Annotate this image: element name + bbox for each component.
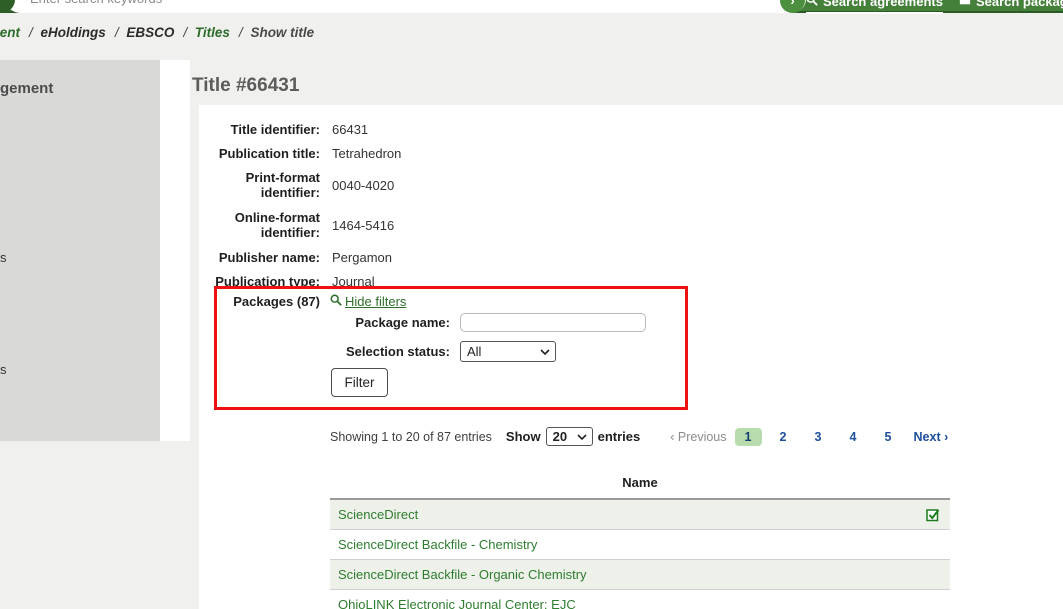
topbar: › Search agreements Search packag (0, 0, 1063, 13)
detail-value: 1464-5416 (332, 218, 394, 233)
global-search-pill (6, 0, 806, 13)
package-link-ohiolink-ejc[interactable]: OhioLINK Electronic Journal Center: EJC (338, 597, 576, 609)
sidebar: gement s s (0, 60, 190, 441)
breadcrumb-item-ebsco[interactable]: EBSCO (126, 25, 174, 40)
breadcrumb-item-titles[interactable]: Titles (195, 25, 230, 40)
page-link-5[interactable]: 5 (875, 428, 902, 446)
breadcrumb: gement / eHoldings / EBSCO / Titles / Show t… (0, 25, 318, 40)
packages-table: Name ScienceDirect ScienceDirect Backfil… (330, 469, 950, 609)
search-packages-label: Search packag (976, 0, 1063, 9)
page-link-2[interactable]: 2 (770, 428, 797, 446)
detail-value: 66431 (332, 122, 368, 137)
table-row: ScienceDirect (330, 500, 950, 530)
detail-row-publisher-name: Publisher name: Pergamon (199, 245, 1063, 269)
packages-count-label: Packages (87) (217, 294, 320, 309)
page-link-3[interactable]: 3 (805, 428, 832, 446)
breadcrumb-separator: / (183, 25, 187, 40)
detail-value: Pergamon (332, 250, 392, 265)
entries-label: entries (598, 429, 641, 444)
search-packages-link[interactable]: Search packag (959, 0, 1063, 12)
sidebar-panel: gement s s (0, 60, 160, 441)
table-row: OhioLINK Electronic Journal Center: EJC (330, 590, 950, 609)
table-row: ScienceDirect Backfile - Chemistry (330, 530, 950, 560)
app-window: › Search agreements Search packag gement… (0, 0, 1063, 609)
search-agreements-link[interactable]: Search agreements (806, 0, 943, 14)
hide-filters-label: Hide filters (345, 294, 406, 309)
search-icon (806, 0, 818, 9)
selected-checkbox-icon (926, 508, 940, 522)
breadcrumb-separator: / (239, 25, 243, 40)
title-record-panel: Title identifier: 66431 Publication titl… (199, 105, 1063, 609)
selection-status-select[interactable]: All (461, 342, 555, 361)
show-label: Show (506, 429, 541, 444)
package-icon (959, 0, 971, 9)
table-header-name: Name (330, 469, 950, 498)
breadcrumb-separator: / (29, 25, 33, 40)
packages-filter-highlight-box: Packages (87) Hide filters Package name:… (214, 286, 688, 410)
selection-status-label: Selection status: (217, 344, 450, 359)
breadcrumb-item-management[interactable]: gement (0, 25, 20, 40)
detail-row-publication-title: Publication title: Tetrahedron (199, 141, 1063, 165)
packages-count-row: Packages (87) Hide filters (217, 294, 685, 309)
breadcrumb-item-show-title: Show title (250, 25, 314, 40)
sidebar-item-2[interactable]: s (0, 362, 7, 377)
title-details: Title identifier: 66431 Publication titl… (199, 105, 1063, 293)
topbar-links: Search agreements Search packag (806, 0, 1063, 14)
detail-label: Publisher name: (199, 250, 320, 265)
sidebar-item-1[interactable]: s (0, 250, 7, 265)
detail-label: Publication title: (199, 146, 320, 161)
previous-page-link[interactable]: ‹ Previous (670, 430, 726, 444)
breadcrumb-item-eholdings[interactable]: eHoldings (41, 25, 106, 40)
selection-status-filter-row: Selection status: All (217, 341, 685, 362)
page-size-select[interactable]: 20 (547, 428, 592, 445)
page-link-4[interactable]: 4 (840, 428, 867, 446)
global-search-input[interactable] (30, 0, 770, 11)
detail-row-online-format: Online-format identifier: 1464-5416 (199, 205, 1063, 245)
page-title: Title #66431 (192, 75, 299, 97)
table-row: ScienceDirect Backfile - Organic Chemist… (330, 560, 950, 590)
package-name-label: Package name: (217, 315, 450, 330)
package-name-input[interactable] (460, 313, 646, 332)
detail-row-title-identifier: Title identifier: 66431 (199, 117, 1063, 141)
selection-status-select-wrap: All (460, 341, 556, 362)
detail-label: Online-format identifier: (199, 210, 320, 240)
package-link-sd-backfile-chemistry[interactable]: ScienceDirect Backfile - Chemistry (338, 537, 537, 552)
detail-row-print-format: Print-format identifier: 0040-4020 (199, 165, 1063, 205)
page-size-select-wrap: 20 (546, 427, 593, 446)
table-body: ScienceDirect ScienceDirect Backfile - C… (330, 498, 950, 609)
detail-label: Print-format identifier: (199, 170, 320, 200)
package-name-filter-row: Package name: (217, 313, 685, 332)
detail-value: Tetrahedron (332, 146, 401, 161)
page-link-1[interactable]: 1 (735, 428, 762, 446)
filter-button[interactable]: Filter (331, 368, 388, 397)
hide-filters-link[interactable]: Hide filters (330, 294, 406, 309)
next-page-link[interactable]: Next › (914, 430, 949, 444)
search-agreements-label: Search agreements (823, 0, 943, 9)
pagination-summary: Showing 1 to 20 of 87 entries (330, 430, 492, 444)
detail-label: Title identifier: (199, 122, 320, 137)
detail-value: 0040-4020 (332, 178, 394, 193)
sidebar-heading: gement (0, 80, 53, 97)
pagination-bar: Showing 1 to 20 of 87 entries Show 20 en… (330, 427, 948, 446)
filter-search-icon (330, 294, 342, 309)
package-link-sd-backfile-organic-chemistry[interactable]: ScienceDirect Backfile - Organic Chemist… (338, 567, 587, 582)
breadcrumb-separator: / (115, 25, 119, 40)
package-link-sciencedirect[interactable]: ScienceDirect (338, 507, 418, 522)
